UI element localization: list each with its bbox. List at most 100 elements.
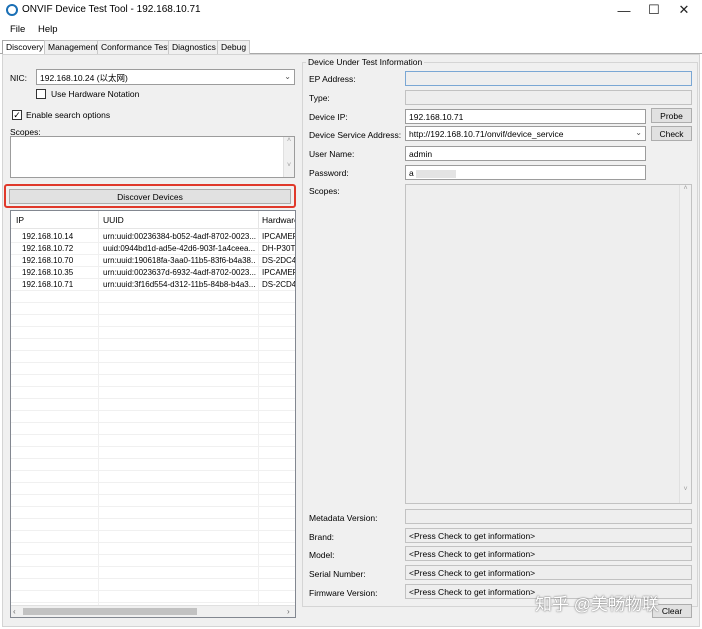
brand-label: Brand: <box>309 532 335 542</box>
menu-help[interactable]: Help <box>38 24 58 35</box>
grid-line <box>11 470 295 471</box>
col-ip[interactable]: IP <box>16 215 24 225</box>
use-hw-notation-checkbox[interactable] <box>36 89 46 99</box>
device-list-header: IP UUID Hardware <box>11 211 295 229</box>
check-button[interactable]: Check <box>651 126 692 141</box>
close-icon[interactable]: ✕ <box>664 0 702 20</box>
dut-group-title: Device Under Test Information <box>306 57 425 67</box>
device-ip-label: Device IP: <box>309 112 348 122</box>
grid-line <box>11 398 295 399</box>
tab-management[interactable]: Management <box>44 40 102 54</box>
grid-line <box>11 386 295 387</box>
tab-strip: Discovery Management Conformance Test Di… <box>0 40 702 55</box>
search-scopes-input[interactable]: ˄ ˅ <box>10 136 295 178</box>
cell-ip: 192.168.10.35 <box>22 268 74 277</box>
model-field[interactable]: <Press Check to get information> <box>405 546 692 561</box>
service-address-label: Device Service Address: <box>309 130 402 140</box>
grid-line <box>11 590 295 591</box>
scroll-thumb[interactable] <box>23 608 197 615</box>
grid-line <box>11 422 295 423</box>
cell-uuid: urn:uuid:00236384-b052-4adf-8702-0023... <box>103 232 256 241</box>
type-field[interactable] <box>405 90 692 105</box>
grid-line <box>11 506 295 507</box>
cell-hw: IPCAMERA <box>262 232 295 241</box>
grid-line <box>11 362 295 363</box>
col-uuid[interactable]: UUID <box>103 215 124 225</box>
grid-line <box>11 374 295 375</box>
brand-field[interactable]: <Press Check to get information> <box>405 528 692 543</box>
col-hardware[interactable]: Hardware <box>262 215 295 225</box>
grid-line <box>11 314 295 315</box>
grid-line <box>11 542 295 543</box>
ep-address-label: EP Address: <box>309 74 356 84</box>
dut-scopes-scrollbar[interactable]: ˄ ˅ <box>679 185 691 503</box>
cell-uuid: urn:uuid:190618fa-3aa0-11b5-83f6-b4a38..… <box>103 256 256 265</box>
table-row[interactable]: 192.168.10.70 urn:uuid:190618fa-3aa0-11b5… <box>11 255 295 267</box>
cell-ip: 192.168.10.14 <box>22 232 74 241</box>
device-list[interactable]: IP UUID Hardware 192.168.10.14 urn:uuid:0… <box>10 210 296 618</box>
cell-hw: DH-P30T <box>262 244 295 253</box>
grid-line <box>11 302 295 303</box>
cell-uuid: urn:uuid:0023637d-6932-4adf-8702-0023... <box>103 268 256 277</box>
scroll-left-icon[interactable]: ‹ <box>13 607 16 616</box>
metadata-label: Metadata Version: <box>309 513 378 523</box>
grid-line <box>11 350 295 351</box>
cell-ip: 192.168.10.72 <box>22 244 74 253</box>
col-separator[interactable] <box>98 211 99 229</box>
password-mask <box>416 169 457 178</box>
cell-uuid: uuid:0944bd1d-ad5e-42d6-903f-1a4ceea... <box>103 244 256 253</box>
device-ip-field[interactable]: 192.168.10.71 <box>405 109 646 124</box>
cell-ip: 192.168.10.71 <box>22 280 74 289</box>
horizontal-scrollbar[interactable]: ‹ › <box>11 605 295 617</box>
dut-scopes-label: Scopes: <box>309 186 340 196</box>
grid-line <box>11 518 295 519</box>
grid-line <box>11 410 295 411</box>
grid-line <box>11 578 295 579</box>
scroll-down-icon[interactable]: ˅ <box>680 486 691 493</box>
nic-select[interactable]: 192.168.10.24 (以太网) ⌄ <box>36 69 295 85</box>
cell-ip: 192.168.10.70 <box>22 256 74 265</box>
use-hw-notation-label: Use Hardware Notation <box>51 89 140 99</box>
grid-line <box>11 482 295 483</box>
password-field[interactable]: a <box>405 165 646 180</box>
dut-scopes-field[interactable]: ˄ ˅ <box>405 184 692 504</box>
menu-file[interactable]: File <box>10 24 25 35</box>
table-row[interactable]: 192.168.10.72 uuid:0944bd1d-ad5e-42d6-903… <box>11 243 295 255</box>
table-row[interactable]: 192.168.10.71 urn:uuid:3f16d554-d312-11b5… <box>11 279 295 291</box>
cell-hw: IPCAMERA <box>262 268 295 277</box>
tab-debug[interactable]: Debug <box>217 40 251 54</box>
service-address-field[interactable]: http://192.168.10.71/onvif/device_servic… <box>405 126 646 141</box>
menu-bar: File Help <box>0 22 702 38</box>
password-value: a <box>409 168 414 178</box>
scroll-up-icon[interactable]: ˄ <box>680 185 691 192</box>
enable-search-label: Enable search options <box>26 110 111 120</box>
nic-value: 192.168.10.24 (以太网) <box>40 73 128 83</box>
scroll-right-icon[interactable]: › <box>287 607 290 616</box>
enable-search-checkbox[interactable]: ✓ <box>12 110 22 120</box>
grid-line <box>11 566 295 567</box>
probe-button[interactable]: Probe <box>651 108 692 123</box>
col-separator[interactable] <box>258 211 259 229</box>
app-icon <box>6 4 18 16</box>
table-row[interactable]: 192.168.10.14 urn:uuid:00236384-b052-4adf… <box>11 231 295 243</box>
grid-column-line <box>98 229 99 605</box>
ep-address-field[interactable] <box>405 71 692 86</box>
serial-label: Serial Number: <box>309 569 366 579</box>
grid-line <box>11 554 295 555</box>
serial-field[interactable]: <Press Check to get information> <box>405 565 692 580</box>
grid-line <box>11 326 295 327</box>
cell-hw: DS-2CD4 <box>262 280 295 289</box>
table-row[interactable]: 192.168.10.35 urn:uuid:0023637d-6932-4adf… <box>11 267 295 279</box>
scopes-scrollbar[interactable]: ˄ ˅ <box>283 137 294 177</box>
grid-line <box>11 494 295 495</box>
tab-discovery[interactable]: Discovery <box>2 40 48 55</box>
password-label: Password: <box>309 168 349 178</box>
grid-column-line <box>258 229 259 605</box>
username-field[interactable]: admin <box>405 146 646 161</box>
tab-conformance-test[interactable]: Conformance Test <box>97 40 174 54</box>
discover-devices-button[interactable]: Discover Devices <box>9 189 291 204</box>
metadata-field[interactable] <box>405 509 692 524</box>
tab-diagnostics[interactable]: Diagnostics <box>168 40 220 54</box>
model-label: Model: <box>309 550 335 560</box>
grid-line <box>11 434 295 435</box>
